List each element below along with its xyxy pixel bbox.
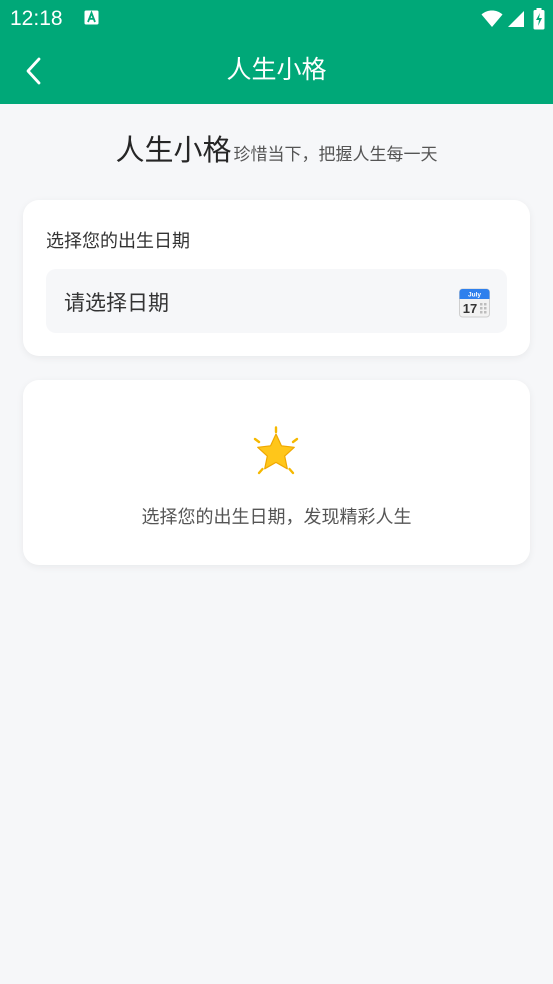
hero-subtitle: 珍惜当下，把握人生每一天 bbox=[233, 145, 438, 165]
calendar-icon: July 17 bbox=[459, 288, 490, 318]
date-picker-field[interactable]: 请选择日期 July 17 bbox=[46, 269, 507, 333]
birth-date-label: 选择您的出生日期 bbox=[46, 231, 190, 252]
status-bar: 12:18 bbox=[0, 0, 553, 37]
app-title: 人生小格 bbox=[226, 55, 327, 84]
star-icon bbox=[253, 426, 299, 475]
empty-state-card: 选择您的出生日期，发现精彩人生 bbox=[23, 380, 530, 565]
birth-date-card: 选择您的出生日期 请选择日期 July 17 bbox=[23, 200, 530, 356]
hero-title: 人生小格 bbox=[115, 133, 232, 167]
battery-charging-icon bbox=[533, 8, 545, 30]
status-icons bbox=[481, 7, 545, 31]
date-placeholder: 请选择日期 bbox=[64, 291, 169, 315]
hero-header: 人生小格 珍惜当下，把握人生每一天 bbox=[0, 130, 553, 170]
keyboard-a-icon bbox=[84, 10, 99, 25]
app-bar: 人生小格 bbox=[0, 37, 553, 104]
calendar-month: July bbox=[468, 292, 481, 299]
signal-icon bbox=[508, 11, 524, 27]
status-time: 12:18 bbox=[10, 7, 63, 30]
wifi-icon bbox=[481, 10, 503, 27]
calendar-day: 17 bbox=[463, 301, 477, 316]
empty-state-text: 选择您的出生日期，发现精彩人生 bbox=[141, 507, 412, 528]
